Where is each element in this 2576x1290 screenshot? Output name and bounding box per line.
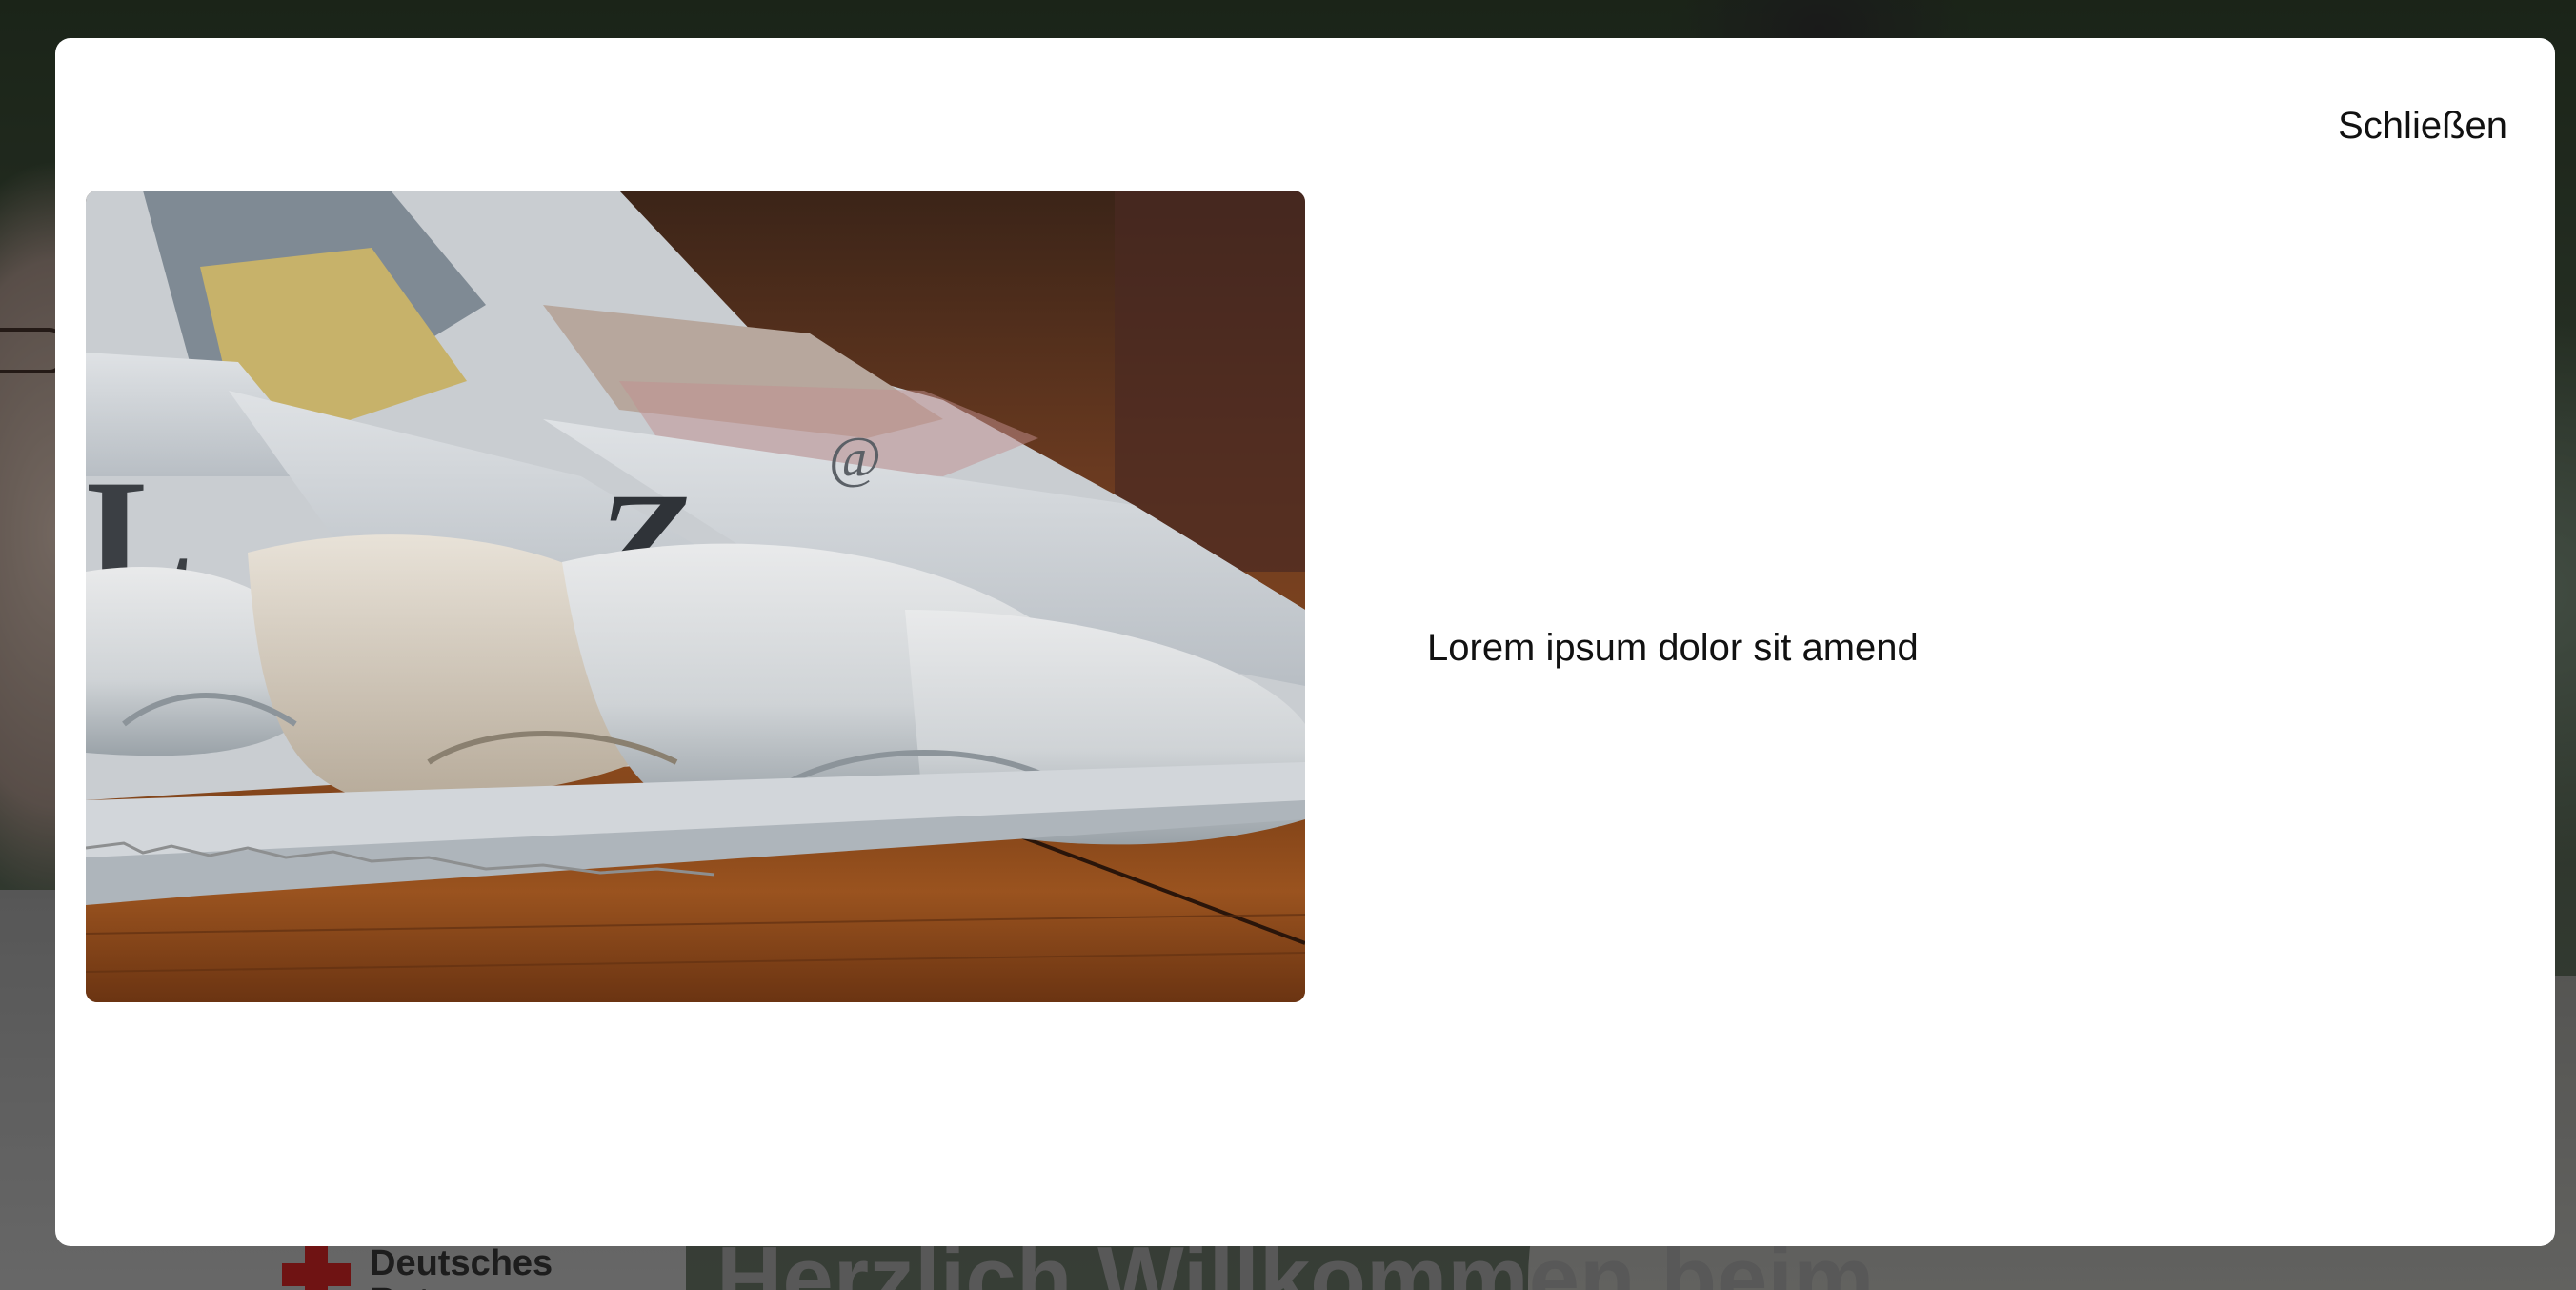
modal-text: Lorem ipsum dolor sit amend [1427,627,1919,669]
close-button[interactable]: Schließen [2338,105,2507,148]
modal-dialog: Schließen L Z @ Lorem ipsum dolor sit am… [55,38,2555,1246]
newspaper-image: L Z @ [86,191,1305,1002]
newspaper-photo-icon: L Z @ [86,191,1305,1002]
page: Deutsches Rotes Herzlich Willkommen beim… [0,0,2576,1290]
svg-text:@: @ [829,426,881,489]
